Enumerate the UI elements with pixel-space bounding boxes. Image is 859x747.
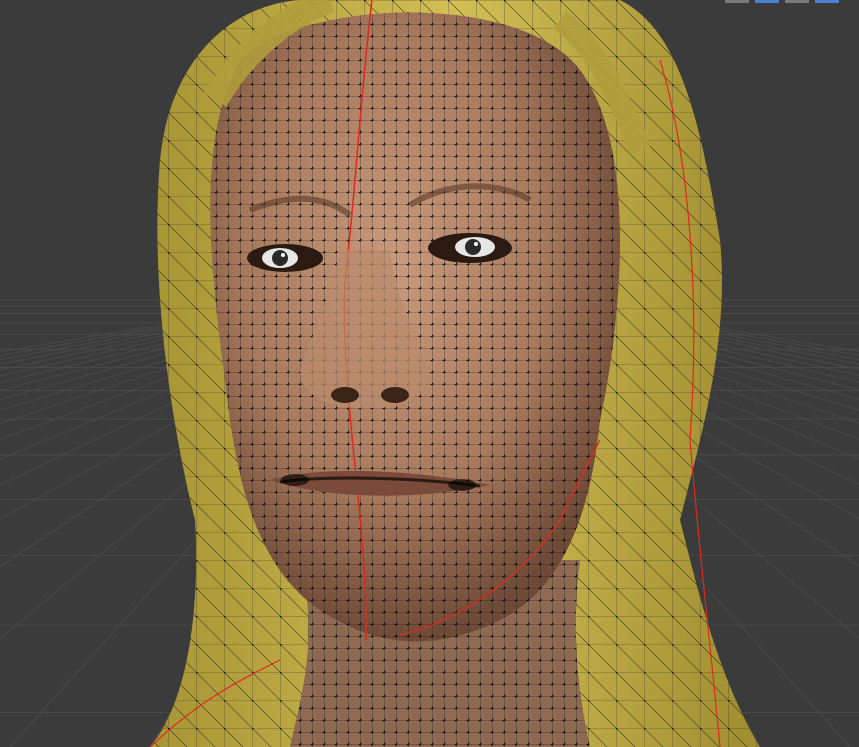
overlay-toggle-icon[interactable]: [755, 0, 779, 3]
shading-toggle-icon[interactable]: [785, 0, 809, 3]
3d-viewport[interactable]: [0, 0, 859, 747]
viewport-scene[interactable]: [0, 0, 859, 747]
left-eye[interactable]: [247, 244, 323, 272]
right-eye[interactable]: [428, 233, 512, 263]
viewport-header-buttons: [669, 0, 859, 3]
shading-solid-icon[interactable]: [815, 0, 839, 3]
view-toggle-icon[interactable]: [725, 0, 749, 3]
